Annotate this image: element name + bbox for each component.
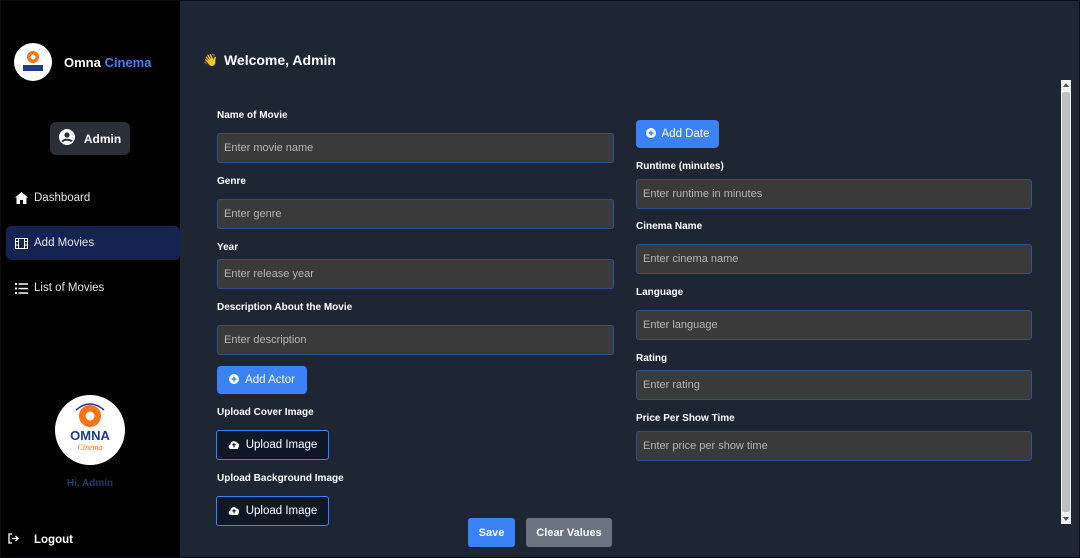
sidebar-item-list-of-movies[interactable]: List of Movies	[6, 271, 180, 305]
movie-name-input[interactable]	[217, 133, 614, 163]
upload-background-button-label: Upload Image	[245, 505, 318, 517]
admin-profile-button[interactable]: Admin	[50, 122, 130, 155]
save-button[interactable]: Save	[468, 518, 515, 547]
waving-hand-icon: 👋	[203, 53, 218, 67]
clear-values-button[interactable]: Clear Values	[526, 518, 612, 547]
greeting-text: Hi, Admin	[66, 478, 114, 489]
upload-cover-button[interactable]: Upload Image	[216, 430, 329, 460]
genre-input[interactable]	[217, 199, 614, 229]
name-of-movie-label: Name of Movie	[217, 110, 288, 121]
brand-name-accent: Cinema	[104, 54, 152, 70]
cinema-name-input[interactable]	[636, 244, 1032, 274]
upload-background-label: Upload Background Image	[217, 473, 344, 484]
brand-name-main: Omna	[64, 54, 101, 70]
list-icon	[14, 282, 28, 294]
rating-input[interactable]	[636, 370, 1032, 400]
price-input[interactable]	[636, 431, 1032, 461]
cinema-name-label: Cinema Name	[636, 221, 703, 232]
sidebar-item-label: Dashboard	[34, 192, 91, 204]
logout-icon	[8, 533, 19, 547]
logo-text: OMNA	[70, 428, 110, 443]
home-icon	[14, 192, 28, 204]
genre-label: Genre	[217, 176, 246, 187]
scrollbar[interactable]	[1061, 80, 1071, 524]
description-label: Description About the Movie	[217, 302, 353, 313]
upload-cover-button-label: Upload Image	[245, 439, 318, 451]
scroll-up-arrow-icon[interactable]	[1061, 80, 1071, 90]
add-actor-label: Add Actor	[245, 374, 295, 386]
film-icon	[14, 237, 28, 249]
language-label: Language	[636, 287, 684, 298]
sidebar-item-dashboard[interactable]: Dashboard	[6, 181, 180, 215]
sidebar-item-add-movies[interactable]: Add Movies	[6, 226, 180, 260]
language-input[interactable]	[636, 310, 1032, 340]
rating-label: Rating	[636, 353, 668, 364]
logout-button[interactable]: Logout	[8, 533, 73, 547]
plus-circle-icon	[229, 373, 240, 387]
add-date-button[interactable]: Add Date	[636, 120, 719, 148]
price-label: Price Per Show Time	[636, 413, 735, 424]
upload-cover-label: Upload Cover Image	[217, 407, 314, 418]
add-date-label: Add Date	[661, 128, 710, 140]
runtime-label: Runtime (minutes)	[636, 161, 724, 172]
scroll-down-arrow-icon[interactable]	[1061, 514, 1071, 524]
brand-name: Omna Cinema	[64, 55, 151, 70]
year-label: Year	[217, 242, 239, 253]
omna-logo-large: OMNA Cinema	[55, 395, 125, 465]
plus-circle-icon	[645, 127, 656, 141]
cloud-upload-icon	[228, 439, 240, 452]
sidebar: Omna Cinema Admin Dashboard Add Movies L…	[0, 0, 180, 558]
welcome-text: Welcome, Admin	[223, 52, 336, 68]
add-actor-button[interactable]: Add Actor	[217, 366, 307, 394]
upload-background-button[interactable]: Upload Image	[216, 496, 329, 526]
user-circle-icon	[58, 129, 75, 148]
scrollbar-thumb[interactable]	[1062, 92, 1070, 512]
sidebar-item-label: List of Movies	[34, 282, 105, 294]
year-input[interactable]	[217, 259, 614, 289]
logo-subtext: Cinema	[78, 443, 103, 452]
logout-label: Logout	[34, 534, 73, 546]
description-input[interactable]	[217, 325, 614, 355]
brand[interactable]: Omna Cinema	[14, 43, 151, 81]
admin-label: Admin	[83, 131, 122, 146]
sidebar-item-label: Add Movies	[34, 237, 95, 249]
runtime-input[interactable]	[636, 179, 1032, 209]
omna-logo-small	[14, 43, 52, 81]
page-title: 👋 Welcome, Admin	[203, 52, 336, 68]
cloud-upload-icon	[228, 505, 240, 518]
